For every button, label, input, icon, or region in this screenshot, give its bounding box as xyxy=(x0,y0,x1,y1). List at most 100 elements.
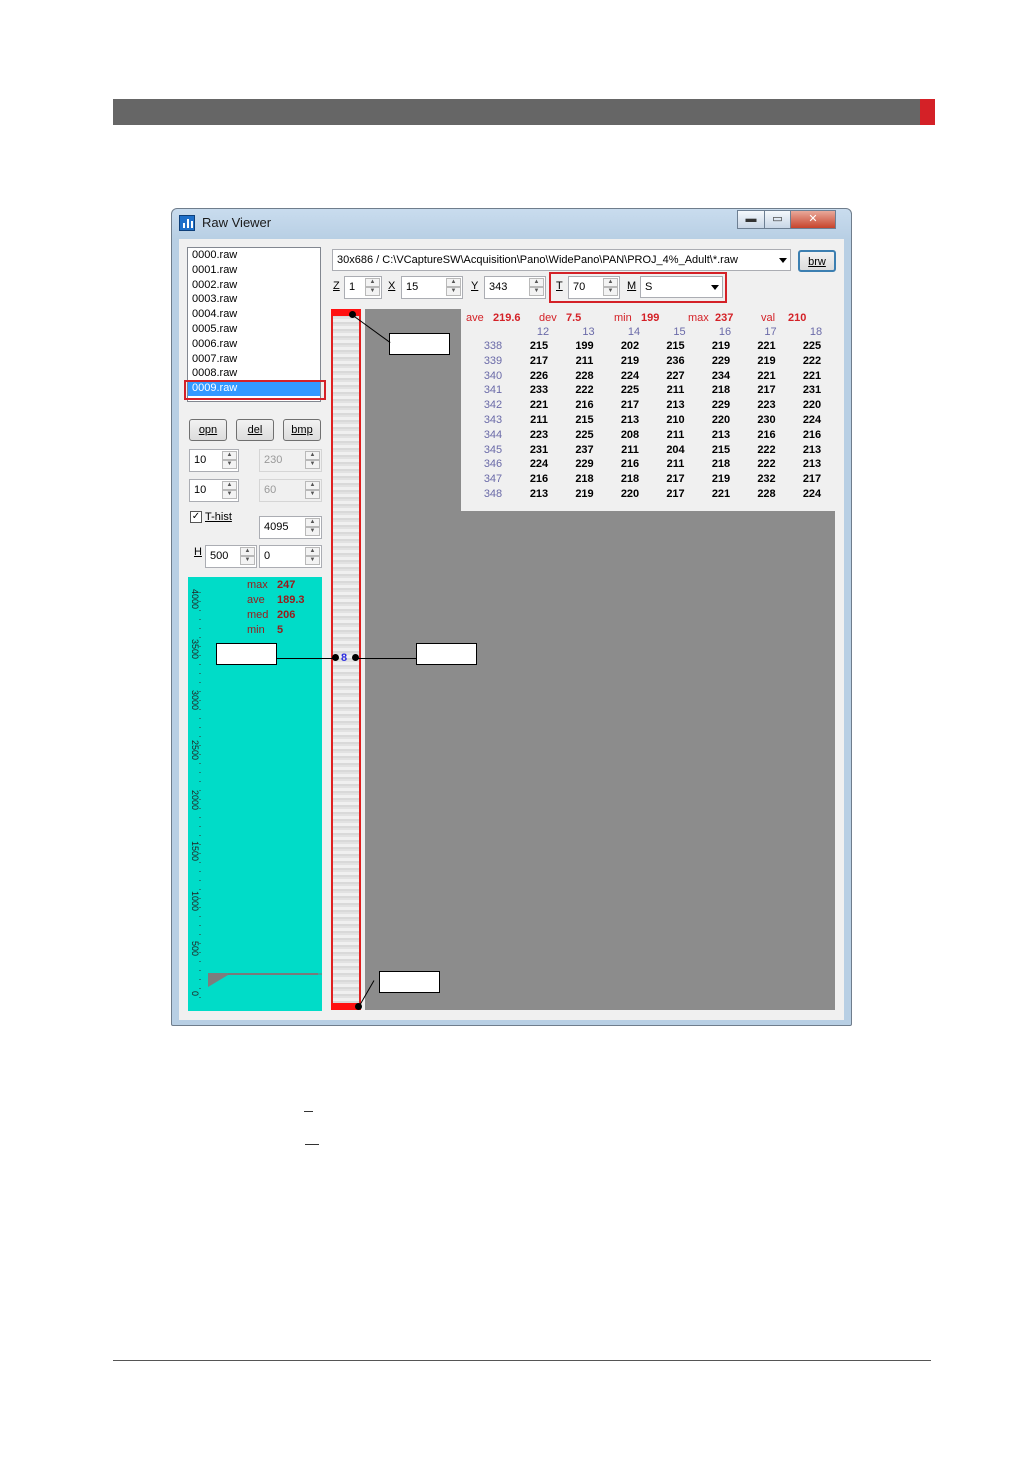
spin-down-icon: ▼ xyxy=(305,460,320,469)
histogram-tick-label: 1500 xyxy=(190,840,200,861)
y-spinner[interactable]: 343 ▲ ▼ xyxy=(484,276,546,299)
row-header: 340 xyxy=(483,369,503,382)
file-list-item[interactable]: 0001.raw xyxy=(188,263,320,278)
pixel-value-cell: 216 xyxy=(620,458,640,471)
spin-down-icon[interactable]: ▼ xyxy=(446,287,461,296)
close-button[interactable]: ✕ xyxy=(790,210,836,229)
pixel-value-cell: 219 xyxy=(620,354,640,367)
spin-up-icon[interactable]: ▲ xyxy=(240,547,255,556)
file-list-item[interactable]: 0004.raw xyxy=(188,307,320,322)
spin-up-icon[interactable]: ▲ xyxy=(603,278,618,287)
x-value: 15 xyxy=(406,281,419,293)
dropdown-arrow-icon[interactable] xyxy=(711,285,719,290)
file-list[interactable]: 0000.raw 0001.raw 0002.raw 0003.raw 0004.raw… xyxy=(187,247,321,402)
pixel-value-cell: 226 xyxy=(529,369,549,382)
raw-viewer-window: Raw Viewer ▬ ▭ ✕ 0000.raw 0001.raw 0002.ra… xyxy=(171,208,852,1026)
mode-dropdown[interactable]: S xyxy=(640,276,723,298)
maximize-button[interactable]: ▭ xyxy=(764,210,791,229)
file-list-item[interactable]: 0007.raw xyxy=(188,352,320,367)
roi-width-spinner[interactable]: 10 ▲ ▼ xyxy=(189,449,239,472)
spin-down-icon[interactable]: ▼ xyxy=(222,490,237,499)
h-label: H xyxy=(194,546,202,558)
h-value-spinner[interactable]: 500 ▲ ▼ xyxy=(205,545,257,568)
pixel-value-cell: 208 xyxy=(620,428,640,441)
stat-label: val xyxy=(761,312,776,324)
spin-up-icon[interactable]: ▲ xyxy=(446,278,461,287)
spin-down-icon[interactable]: ▼ xyxy=(240,556,255,565)
minimize-button[interactable]: ▬ xyxy=(737,210,765,229)
stat-label: ave xyxy=(466,312,484,324)
pixel-value-cell: 218 xyxy=(575,473,594,486)
thist-checkbox[interactable]: ✓ xyxy=(190,511,202,523)
row-header: 341 xyxy=(483,384,503,397)
file-list-item[interactable]: 0005.raw xyxy=(188,322,320,337)
histogram-stat-label: med xyxy=(247,609,269,621)
pixel-value-cell: 219 xyxy=(757,354,776,367)
spin-down-icon[interactable]: ▼ xyxy=(305,527,320,536)
bitmap-button[interactable]: bmp xyxy=(283,419,321,441)
spin-down-icon[interactable]: ▼ xyxy=(305,556,320,565)
pixel-value-cell: 213 xyxy=(666,399,685,412)
spin-down-icon[interactable]: ▼ xyxy=(222,460,237,469)
pixel-value-cell: 221 xyxy=(802,369,822,382)
m-label: M xyxy=(627,280,637,292)
histogram-tick-label: 2000 xyxy=(190,790,200,811)
file-list-item[interactable]: 0008.raw xyxy=(188,366,320,381)
open-button[interactable]: opn xyxy=(189,419,227,441)
pixel-value-cell: 236 xyxy=(666,354,685,367)
pixel-value-cell: 217 xyxy=(529,354,549,367)
pixel-value-cell: 211 xyxy=(530,414,548,426)
file-list-item[interactable]: 0000.raw xyxy=(188,248,320,263)
browse-button[interactable]: brw xyxy=(798,250,836,272)
spin-down-icon[interactable]: ▼ xyxy=(529,287,544,296)
file-list-item[interactable]: 0002.raw xyxy=(188,278,320,293)
row-header: 342 xyxy=(483,399,503,412)
file-path-text: 30x686 / C:\VCaptureSW\Acquisition\Pano\… xyxy=(337,254,738,266)
stray-mark xyxy=(304,1111,313,1112)
t-spinner[interactable]: 70 ▲ ▼ xyxy=(568,276,620,299)
pixel-value-cell: 211 xyxy=(666,458,685,471)
spin-down-icon[interactable]: ▼ xyxy=(603,287,618,296)
column-header: 15 xyxy=(673,326,686,338)
file-list-item[interactable]: 0003.raw xyxy=(188,292,320,307)
pixel-value-cell: 220 xyxy=(711,414,731,426)
callout-box-bottom xyxy=(379,971,440,993)
file-list-item[interactable]: 0006.raw xyxy=(188,337,320,352)
title-bar[interactable]: Raw Viewer ▬ ▭ ✕ xyxy=(172,209,851,239)
max-width-spinner: 230 ▲ ▼ xyxy=(259,449,322,472)
pixel-value-cell: 211 xyxy=(666,384,685,397)
column-header: 14 xyxy=(627,326,641,338)
h-value: 500 xyxy=(210,550,229,562)
t-label: T xyxy=(556,280,563,292)
pixel-value-cell: 222 xyxy=(757,443,776,456)
roi-height-spinner[interactable]: 10 ▲ ▼ xyxy=(189,479,239,502)
pixel-value-cell: 224 xyxy=(620,369,640,382)
pixel-value-cell: 221 xyxy=(529,399,549,412)
hist-max-spinner[interactable]: 4095 ▲ ▼ xyxy=(259,516,322,539)
stat-label: max xyxy=(688,312,709,324)
column-header: 13 xyxy=(582,326,595,338)
delete-button[interactable]: del xyxy=(236,419,274,441)
h-offset-spinner[interactable]: 0 ▲ ▼ xyxy=(259,545,322,568)
spin-down-icon[interactable]: ▼ xyxy=(365,287,380,296)
t-value: 70 xyxy=(573,281,586,293)
dropdown-arrow-icon[interactable] xyxy=(779,258,787,263)
spin-up-icon[interactable]: ▲ xyxy=(222,451,237,460)
row-header: 348 xyxy=(483,488,503,500)
spin-up-icon[interactable]: ▲ xyxy=(529,278,544,287)
spin-up-icon[interactable]: ▲ xyxy=(305,518,320,527)
pixel-value-cell: 221 xyxy=(711,488,731,500)
pixel-value-cell: 225 xyxy=(575,428,594,441)
pixel-value-cell: 215 xyxy=(529,340,549,352)
pixel-value-cell: 213 xyxy=(802,443,822,456)
stat-value: 7.5 xyxy=(566,312,582,324)
spin-up-icon[interactable]: ▲ xyxy=(305,547,320,556)
pixel-value-cell: 222 xyxy=(802,354,822,367)
pixel-value-cell: 232 xyxy=(757,473,776,486)
file-path-dropdown[interactable]: 30x686 / C:\VCaptureSW\Acquisition\Pano\… xyxy=(332,249,791,271)
spin-up-icon[interactable]: ▲ xyxy=(365,278,380,287)
spin-up-icon[interactable]: ▲ xyxy=(222,481,237,490)
x-spinner[interactable]: 15 ▲ ▼ xyxy=(401,276,463,299)
hist-max-value: 4095 xyxy=(264,521,289,533)
z-spinner[interactable]: 1 ▲ ▼ xyxy=(344,276,382,299)
